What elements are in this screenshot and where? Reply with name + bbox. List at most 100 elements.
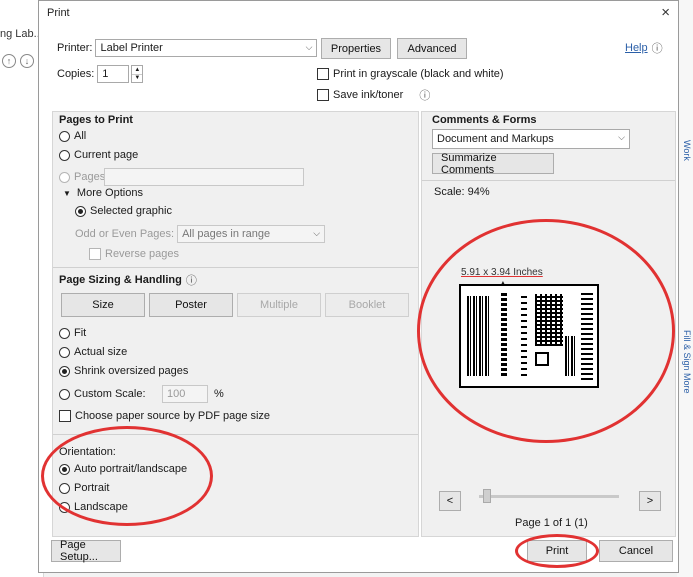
- actual-size-option[interactable]: Actual size: [59, 346, 127, 358]
- more-options-label: More Options: [76, 187, 143, 199]
- help-icon[interactable]: ⓘ: [652, 40, 663, 56]
- odd-even-row: Odd or Even Pages: All pages in range ⌵: [75, 225, 326, 243]
- copies-stepper[interactable]: ▲ ▼: [131, 65, 144, 83]
- actual-size-label: Actual size: [74, 346, 128, 358]
- caret-down-icon: ▼: [63, 188, 71, 198]
- percent-sign: %: [214, 388, 224, 400]
- all-label: All: [74, 130, 87, 142]
- custom-scale-input[interactable]: 100: [162, 385, 208, 403]
- copies-label: Copies:: [57, 68, 95, 80]
- fill-sign-label[interactable]: Fill & Sign More: [682, 330, 692, 394]
- page-sizing-title: Page Sizing & Handling: [59, 274, 182, 286]
- print-dialog: Print × Printer: Label Printer ⌵ Propert…: [38, 0, 679, 573]
- copies-value: 1: [102, 68, 109, 80]
- grayscale-checkbox[interactable]: [317, 68, 329, 80]
- divider: [53, 267, 418, 268]
- info-icon[interactable]: ⓘ: [186, 272, 197, 288]
- orientation-highlight: [41, 426, 213, 526]
- all-radio[interactable]: [59, 130, 70, 142]
- tools-pane-label[interactable]: Work: [682, 140, 692, 161]
- document-tab[interactable]: ng Lab...: [0, 28, 43, 40]
- custom-scale-radio[interactable]: [59, 388, 70, 400]
- divider: [422, 180, 675, 181]
- page-slider-track[interactable]: [479, 495, 619, 498]
- selected-graphic-label: Selected graphic: [90, 205, 172, 217]
- chevron-down-icon: ⌵: [618, 132, 625, 142]
- chevron-down-icon: ⌵: [305, 42, 313, 52]
- preview-highlight: [417, 219, 675, 443]
- help-row: Help ⓘ: [625, 40, 663, 56]
- next-page-button[interactable]: >: [639, 491, 661, 511]
- copies-input[interactable]: 1: [97, 65, 130, 83]
- paper-source-checkbox[interactable]: [59, 410, 71, 422]
- printer-value: Label Printer: [100, 42, 163, 54]
- chevron-down-icon: ⌵: [313, 228, 321, 238]
- shrink-option[interactable]: Shrink oversized pages: [59, 365, 188, 377]
- reverse-pages-option[interactable]: Reverse pages: [89, 248, 179, 260]
- reverse-pages-checkbox[interactable]: [89, 248, 101, 260]
- selected-graphic-option[interactable]: Selected graphic: [75, 205, 172, 217]
- shrink-radio[interactable]: [59, 365, 70, 377]
- shrink-label: Shrink oversized pages: [74, 365, 189, 377]
- close-icon[interactable]: ×: [661, 4, 670, 21]
- tools-pane: [677, 0, 693, 577]
- help-link[interactable]: Help: [625, 42, 648, 54]
- printer-label: Printer:: [57, 42, 93, 54]
- booklet-button[interactable]: Booklet: [325, 293, 409, 317]
- fit-option[interactable]: Fit: [59, 327, 86, 339]
- odd-even-label: Odd or Even Pages:: [75, 228, 175, 240]
- current-page-option[interactable]: Current page: [59, 149, 138, 161]
- page-setup-button[interactable]: Page Setup...: [51, 539, 121, 563]
- grayscale-row: Print in grayscale (black and white): [317, 68, 504, 80]
- multiple-button[interactable]: Multiple: [237, 293, 321, 317]
- advanced-button[interactable]: Advanced: [397, 38, 467, 59]
- up-arrow-icon[interactable]: ↑: [2, 54, 16, 68]
- size-button[interactable]: Size: [61, 293, 145, 317]
- pages-label: Pages: [74, 171, 106, 183]
- page-sizing-header: Page Sizing & Handling ⓘ: [59, 272, 197, 288]
- stepper-up-icon[interactable]: ▲: [132, 66, 143, 75]
- save-ink-checkbox[interactable]: [317, 89, 329, 101]
- down-arrow-icon[interactable]: ↓: [20, 54, 34, 68]
- copies-row: Copies: 1 ▲ ▼: [57, 65, 144, 83]
- prev-page-button[interactable]: <: [439, 491, 461, 511]
- odd-even-value: All pages in range: [182, 228, 271, 240]
- page-nav-arrows: ↑ ↓: [2, 54, 34, 68]
- poster-button[interactable]: Poster: [149, 293, 233, 317]
- paper-source-option[interactable]: Choose paper source by PDF page size: [59, 410, 270, 422]
- actual-size-radio[interactable]: [59, 346, 70, 358]
- paper-source-label: Choose paper source by PDF page size: [75, 410, 271, 422]
- custom-scale-option: Custom Scale: 100 %: [59, 385, 224, 403]
- page-indicator: Page 1 of 1 (1): [515, 517, 588, 529]
- dialog-title: Print: [47, 7, 70, 19]
- save-ink-label: Save ink/toner: [333, 89, 404, 101]
- scale-label: Scale: 94%: [434, 186, 490, 198]
- properties-button[interactable]: Properties: [321, 38, 391, 59]
- pages-to-print-title: Pages to Print: [59, 114, 133, 126]
- comments-forms-title: Comments & Forms: [432, 114, 537, 126]
- comments-forms-select[interactable]: Document and Markups ⌵: [432, 129, 630, 149]
- summarize-comments-button[interactable]: Summarize Comments: [432, 152, 554, 176]
- pages-option[interactable]: Pages: [59, 168, 304, 186]
- printer-select[interactable]: Label Printer ⌵: [95, 39, 318, 57]
- fit-label: Fit: [74, 327, 87, 339]
- info-icon[interactable]: ⓘ: [419, 87, 430, 103]
- page-slider-thumb[interactable]: [483, 489, 491, 503]
- grayscale-label: Print in grayscale (black and white): [333, 68, 504, 80]
- comments-forms-value: Document and Markups: [437, 133, 554, 145]
- all-option[interactable]: All: [59, 130, 86, 142]
- current-page-radio[interactable]: [59, 149, 70, 161]
- stepper-down-icon[interactable]: ▼: [132, 75, 142, 83]
- save-ink-row: Save ink/toner ⓘ: [317, 87, 430, 103]
- cancel-button[interactable]: Cancel: [599, 540, 673, 562]
- reverse-pages-label: Reverse pages: [105, 248, 179, 260]
- print-highlight: [515, 534, 599, 568]
- pages-radio[interactable]: [59, 171, 70, 183]
- pages-input[interactable]: [104, 168, 304, 186]
- printer-row: Printer: Label Printer ⌵: [57, 39, 318, 57]
- more-options-toggle[interactable]: ▼ More Options: [63, 187, 143, 199]
- fit-radio[interactable]: [59, 327, 70, 339]
- selected-graphic-radio[interactable]: [75, 205, 86, 217]
- custom-scale-label: Custom Scale:: [74, 388, 146, 400]
- odd-even-select[interactable]: All pages in range ⌵: [177, 225, 326, 243]
